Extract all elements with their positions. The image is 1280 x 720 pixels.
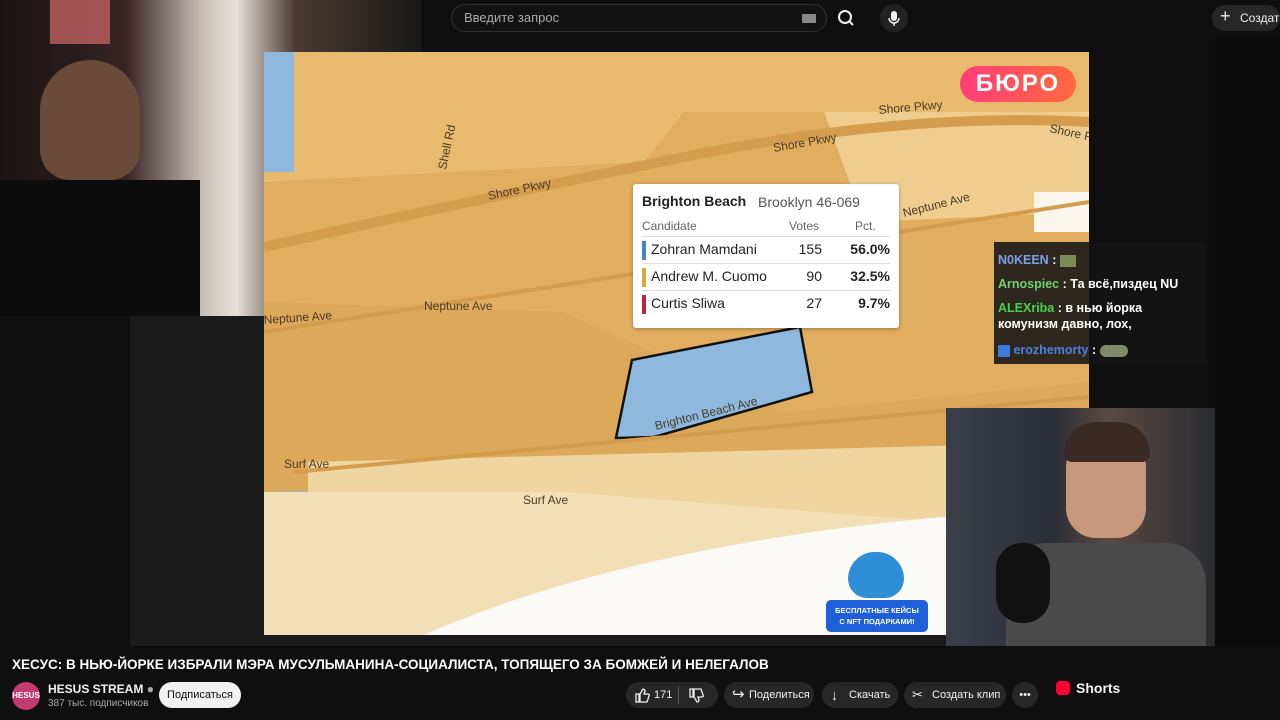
video-title: ХЕСУС: В НЬЮ-ЙОРКЕ ИЗБРАЛИ МЭРА МУСУЛЬМА… <box>12 657 769 672</box>
street-label: Surf Ave <box>284 457 329 471</box>
chat-message: ALEXriba : в нью йорка комунизм давно, л… <box>998 300 1202 332</box>
candidate-pct: 56.0% <box>850 241 890 257</box>
candidate-name: Andrew M. Cuomo <box>651 268 767 284</box>
party-color-bar <box>642 268 646 287</box>
search-button[interactable] <box>827 4 865 32</box>
create-label: Создать <box>1240 11 1280 25</box>
like-button[interactable]: 171 <box>634 682 678 708</box>
like-count: 171 <box>654 689 673 701</box>
chat-username[interactable]: ALEXriba <box>998 301 1054 315</box>
promo-line: БЕСПЛАТНЫЕ КЕЙСЫ <box>835 606 919 615</box>
chat-username[interactable]: erozhemorty <box>1013 343 1088 357</box>
candidate-pct: 32.5% <box>850 268 890 284</box>
download-label: Скачать <box>849 689 891 701</box>
stream-chat: N0KEEN : Arnospiec : Та всё,пиздец NU AL… <box>994 242 1206 364</box>
popup-title: Brighton Beach <box>642 193 747 209</box>
divider <box>678 686 679 704</box>
promo-banner[interactable]: БЕСПЛАТНЫЕ КЕЙСЫ С NFT ПОДАРКАМИ! <box>826 552 928 632</box>
share-label: Поделиться <box>749 689 810 701</box>
share-icon: ↪ <box>732 686 745 703</box>
thumbs-down-icon <box>689 688 704 703</box>
votes-header: Votes <box>789 219 820 233</box>
street-label: Surf Ave <box>523 493 568 507</box>
result-row: Curtis Sliwa 27 9.7% <box>642 290 890 317</box>
person-hair <box>1064 422 1150 462</box>
channel-name[interactable]: HESUS STREAM ● <box>48 682 154 696</box>
search-icon <box>838 10 854 26</box>
chat-username[interactable]: Arnospiec <box>998 277 1059 291</box>
chat-username[interactable]: N0KEEN <box>998 253 1049 267</box>
candidate-name: Zohran Mamdani <box>651 241 757 257</box>
create-button[interactable]: + Создать <box>1212 5 1280 31</box>
scissors-icon: ✂ <box>912 687 923 702</box>
clip-label: Создать клип <box>932 689 1001 701</box>
download-icon: ↓ <box>831 687 838 703</box>
share-button[interactable]: ↪ Поделиться <box>724 682 814 708</box>
chat-text: : Та всё,пиздец NU <box>1062 277 1179 291</box>
thumbs-up-icon <box>635 688 650 703</box>
candidate-header: Candidate <box>642 219 697 233</box>
chat-message: Arnospiec : Та всё,пиздец NU <box>998 276 1202 292</box>
guest-webcam <box>946 408 1215 646</box>
candidate-votes: 90 <box>806 268 822 284</box>
promo-line: С NFT ПОДАРКАМИ! <box>839 617 915 626</box>
badge-icon <box>998 344 1010 357</box>
party-color-bar <box>642 241 646 260</box>
popup-district: Brooklyn 46-069 <box>758 194 860 210</box>
like-dislike-group: 171 <box>626 682 718 708</box>
person-body <box>0 180 200 316</box>
search-input[interactable]: Введите запрос <box>464 5 559 31</box>
verified-icon: ● <box>146 682 154 696</box>
candidate-name: Curtis Sliwa <box>651 295 725 311</box>
street-label: Neptune Ave <box>424 299 493 313</box>
channel-avatar[interactable]: HESUS <box>12 682 40 710</box>
chat-text: : <box>1052 253 1057 267</box>
precinct-popup: Brighton Beach Brooklyn 46-069 Candidate… <box>633 184 899 328</box>
plus-icon: + <box>1220 6 1231 26</box>
search-box[interactable]: Введите запрос <box>451 4 827 32</box>
right-sidebar <box>1215 36 1280 646</box>
candidate-votes: 27 <box>806 295 822 311</box>
subscribe-button[interactable]: Подписаться <box>159 682 241 708</box>
frog-mascot-icon <box>848 552 904 598</box>
chat-text: : <box>1092 343 1097 357</box>
chat-message: N0KEEN : <box>998 252 1202 268</box>
channel-name-text: HESUS STREAM <box>48 682 144 696</box>
bureau-logo: БЮРО <box>960 66 1076 102</box>
mic-icon <box>888 11 900 26</box>
more-button[interactable]: ••• <box>1012 682 1038 708</box>
shorts-label[interactable]: Shorts <box>1076 680 1120 696</box>
pct-header: Pct. <box>855 219 876 233</box>
result-row: Andrew M. Cuomo 90 32.5% <box>642 263 890 290</box>
more-icon: ••• <box>1019 689 1031 701</box>
voice-search-button[interactable] <box>880 4 908 32</box>
result-row: Zohran Mamdani 155 56.0% <box>642 236 890 263</box>
download-button[interactable]: ↓ Скачать <box>822 682 898 708</box>
candidate-pct: 9.7% <box>858 295 890 311</box>
shorts-icon <box>1056 681 1070 695</box>
candidate-votes: 155 <box>798 241 822 257</box>
promo-card: БЕСПЛАТНЫЕ КЕЙСЫ С NFT ПОДАРКАМИ! <box>826 600 928 632</box>
keyboard-icon[interactable] <box>802 14 816 23</box>
microphone <box>996 543 1050 623</box>
person-head <box>40 60 140 180</box>
subscriber-count: 387 тыс. подписчиков <box>48 698 149 709</box>
chat-message: erozhemorty : <box>998 342 1202 358</box>
party-color-bar <box>642 295 646 314</box>
emote-icon <box>1099 344 1128 357</box>
dislike-button[interactable] <box>688 682 710 708</box>
emote-icon <box>1059 254 1076 267</box>
wall-poster <box>50 0 110 44</box>
create-clip-button[interactable]: ✂ Создать клип <box>904 682 1006 708</box>
